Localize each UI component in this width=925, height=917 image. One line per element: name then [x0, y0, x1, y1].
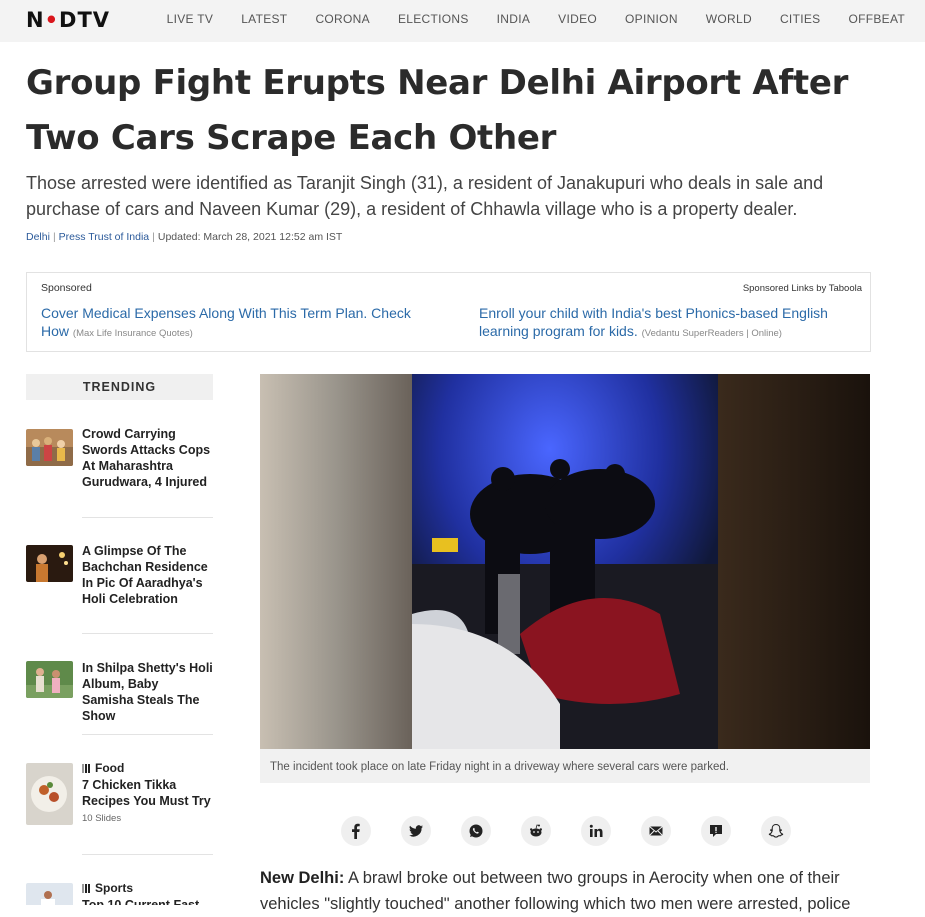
reddit-icon[interactable]	[521, 816, 551, 846]
body-paragraph: A brawl broke out between two groups in …	[260, 869, 851, 913]
trending-heading: TRENDING	[26, 374, 213, 400]
trending-title[interactable]: In Shilpa Shetty's Holi Album, Baby Sami…	[82, 660, 213, 724]
trending-category: Sports	[82, 880, 213, 896]
byline-separator: |	[52, 231, 56, 243]
byline-separator: |	[152, 231, 155, 243]
trending-title[interactable]: Top 10 Current Fast	[82, 897, 213, 905]
trending-text[interactable]: Food 7 Chicken Tikka Recipes You Must Tr…	[82, 760, 213, 827]
trending-title[interactable]: 7 Chicken Tikka Recipes You Must Try	[82, 777, 213, 809]
twitter-icon[interactable]	[401, 816, 431, 846]
linkedin-icon[interactable]	[581, 816, 611, 846]
image-caption: The incident took place on late Friday n…	[260, 749, 870, 783]
nav-india[interactable]: INDIA	[497, 12, 531, 26]
trending-divider	[82, 734, 213, 735]
sponsored-label: Sponsored	[41, 282, 92, 294]
trending-text[interactable]: Sports Top 10 Current Fast	[82, 880, 213, 905]
article-hero-image[interactable]	[260, 374, 870, 749]
trending-title[interactable]: A Glimpse Of The Bachchan Residence In P…	[82, 543, 213, 607]
sponsored-link-source: (Vedantu SuperReaders | Online)	[641, 328, 782, 339]
trending-title[interactable]: Crowd Carrying Swords Attacks Cops At Ma…	[82, 426, 213, 490]
trending-category: Food	[82, 760, 213, 776]
share-bar	[341, 816, 821, 846]
trending-item[interactable]: Sports Top 10 Current Fast	[26, 880, 213, 905]
gallery-icon	[82, 883, 90, 893]
ndtv-logo[interactable]: N•DTV	[26, 9, 110, 31]
gallery-icon	[82, 763, 90, 773]
body-dateline: New Delhi:	[260, 869, 345, 887]
trending-item[interactable]: Crowd Carrying Swords Attacks Cops At Ma…	[26, 426, 213, 489]
trending-thumbnail	[26, 883, 73, 905]
article-summary: Those arrested were identified as Taranj…	[26, 173, 824, 219]
trending-thumbnail	[26, 545, 73, 582]
trending-divider	[82, 517, 213, 518]
trending-item[interactable]: Food 7 Chicken Tikka Recipes You Must Tr…	[26, 760, 213, 830]
trending-thumbnail	[26, 763, 73, 825]
sponsored-box: Sponsored Sponsored Links by Taboola Cov…	[26, 272, 871, 352]
nav-offbeat[interactable]: OFFBEAT	[848, 12, 905, 26]
comment-icon[interactable]	[701, 816, 731, 846]
byline-city-link[interactable]: Delhi	[26, 231, 50, 243]
article-byline: Delhi | Press Trust of India | Updated: Marc…	[26, 231, 342, 243]
taboola-label[interactable]: Sponsored Links by Taboola	[743, 283, 862, 294]
main-nav: LIVE TV LATEST CORONA ELECTIONS INDIA VI…	[139, 12, 905, 26]
article-headline: Group Fight Erupts Near Delhi Airport Af…	[26, 63, 849, 158]
article-body: New Delhi: A brawl broke out between two…	[260, 865, 870, 917]
nav-latest[interactable]: LATEST	[241, 12, 287, 26]
nav-corona[interactable]: CORONA	[315, 12, 369, 26]
byline-source-link[interactable]: Press Trust of India	[59, 231, 149, 243]
sponsored-link[interactable]: Enroll your child with India's best Phon…	[479, 304, 879, 343]
trending-category-label: Food	[95, 761, 125, 775]
sponsored-link[interactable]: Cover Medical Expenses Along With This T…	[41, 304, 441, 343]
facebook-icon[interactable]	[341, 816, 371, 846]
trending-thumbnail	[26, 661, 73, 698]
trending-category-label: Sports	[95, 881, 134, 895]
sponsored-link-source: (Max Life Insurance Quotes)	[72, 328, 193, 339]
byline-updated: Updated: March 28, 2021 12:52 am IST	[157, 231, 343, 243]
whatsapp-icon[interactable]	[461, 816, 491, 846]
trending-divider	[82, 633, 213, 634]
trending-item[interactable]: A Glimpse Of The Bachchan Residence In P…	[26, 543, 213, 607]
nav-opinion[interactable]: OPINION	[625, 12, 678, 26]
trending-slide-count: 10 Slides	[82, 813, 122, 824]
nav-cities[interactable]: CITIES	[780, 12, 820, 26]
trending-thumbnail	[26, 429, 73, 466]
nav-live-tv[interactable]: LIVE TV	[167, 12, 214, 26]
nav-elections[interactable]: ELECTIONS	[398, 12, 469, 26]
hero-image-graphic	[260, 374, 870, 749]
top-nav-bar: N•DTV LIVE TV LATEST CORONA ELECTIONS IN…	[0, 0, 925, 42]
trending-item[interactable]: In Shilpa Shetty's Holi Album, Baby Sami…	[26, 660, 213, 723]
snapchat-icon[interactable]	[761, 816, 791, 846]
nav-world[interactable]: WORLD	[706, 12, 752, 26]
email-icon[interactable]	[641, 816, 671, 846]
trending-divider	[82, 854, 213, 855]
nav-video[interactable]: VIDEO	[558, 12, 597, 26]
